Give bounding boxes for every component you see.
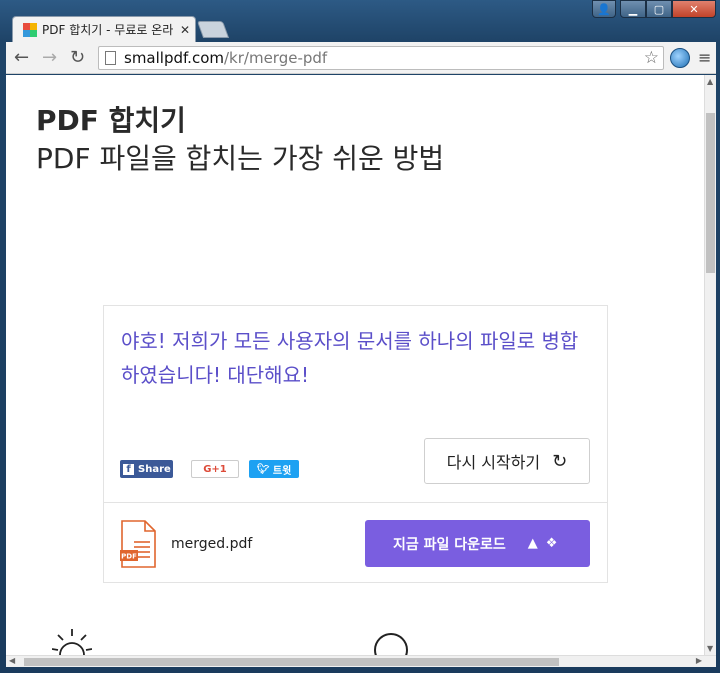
page-title: PDF 합치기 [36,104,186,137]
scroll-left-arrow-icon[interactable]: ◀ [9,656,15,665]
menu-icon[interactable]: ≡ [698,48,711,67]
twitter-share-label: 트윗 [272,465,292,477]
download-button[interactable]: 지금 파일 다운로드 ▲ ❖ [365,520,590,567]
horizontal-scrollbar[interactable]: ◀ ▶ [6,655,716,667]
success-message: 야호! 저희가 모든 사용자의 문서를 하나의 파일로 병합하였습니다! 대단해… [121,329,579,387]
restart-reload-icon: ↻ [552,450,568,472]
restart-label: 다시 시작하기 [446,453,541,472]
download-label: 지금 파일 다운로드 [393,536,506,553]
file-name: merged.pdf [171,536,253,552]
address-bar[interactable]: smallpdf.com/kr/merge-pdf ☆ [98,46,664,70]
restart-button[interactable]: 다시 시작하기 ↻ [424,438,590,484]
pdf-file-icon: PDF [120,520,156,568]
result-card: 야호! 저희가 모든 사용자의 문서를 하나의 파일로 병합하였습니다! 대단해… [103,305,608,583]
extension-icon[interactable] [670,48,690,68]
url-path: /kr/merge-pdf [224,49,328,67]
twitter-share-button[interactable]: 🐦︎ 트윗 [249,460,299,478]
circle-icon [374,633,408,655]
google-drive-icon[interactable]: ▲ [528,536,538,551]
page-subtitle: PDF 파일을 합치는 가장 쉬운 방법 [36,142,445,175]
facebook-share-label: Share [138,463,171,475]
browser-window: 👤 ▁ ▢ ✕ PDF 합치기 - 무료로 온라 ✕ ← → ↻ smallpd… [0,0,720,673]
share-buttons: f Share G+1 🐦︎ 트윗 [120,460,299,478]
scroll-down-arrow-icon[interactable]: ▼ [707,644,713,653]
url-host: smallpdf.com [124,49,224,67]
tab-close-icon[interactable]: ✕ [180,23,190,37]
back-arrow-icon[interactable]: ← [14,48,29,68]
page-icon [105,51,116,65]
scroll-right-arrow-icon[interactable]: ▶ [696,656,702,665]
dropbox-icon[interactable]: ❖ [546,536,558,551]
browser-tab[interactable]: PDF 합치기 - 무료로 온라 ✕ [12,16,196,42]
vertical-scroll-thumb[interactable] [706,113,715,273]
vertical-scrollbar[interactable]: ▲ ▼ [704,75,716,655]
close-window-button[interactable]: ✕ [672,0,716,18]
sun-icon [52,629,92,655]
window-controls: 👤 ▁ ▢ ✕ [592,0,716,18]
google-plus-button[interactable]: G+1 [191,460,239,478]
browser-toolbar: ← → ↻ smallpdf.com/kr/merge-pdf ☆ ≡ [6,42,716,74]
page-viewport: PDF 합치기 PDF 파일을 합치는 가장 쉬운 방법 야호! 저희가 모든 … [6,75,704,655]
minimize-button[interactable]: ▁ [620,0,646,18]
user-profile-button[interactable]: 👤 [592,0,616,18]
facebook-icon: f [123,463,134,475]
forward-arrow-icon[interactable]: → [42,48,57,68]
scroll-up-arrow-icon[interactable]: ▲ [707,77,713,86]
smallpdf-favicon-icon [23,22,37,37]
reload-icon[interactable]: ↻ [70,48,85,68]
twitter-icon: 🐦︎ [256,463,270,475]
card-divider [104,502,607,503]
bookmark-star-icon[interactable]: ☆ [644,48,659,68]
pdf-badge: PDF [121,553,137,561]
horizontal-scroll-thumb[interactable] [24,658,559,666]
facebook-share-button[interactable]: f Share [120,460,173,478]
tab-title: PDF 합치기 - 무료로 온라 [42,23,174,37]
maximize-button[interactable]: ▢ [646,0,672,18]
